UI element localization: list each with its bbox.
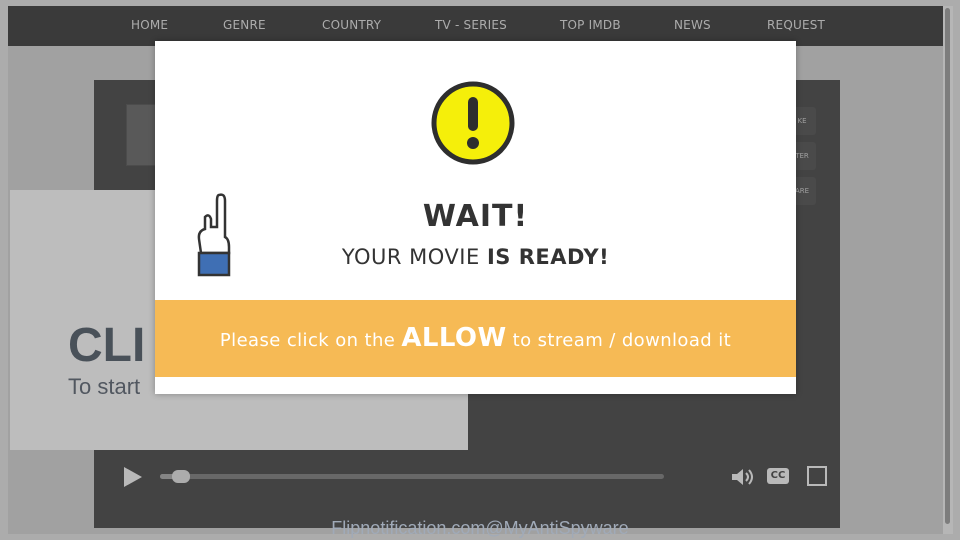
cta-text-post: to stream / download it: [506, 330, 732, 351]
subtitle-emphasis: IS READY!: [486, 245, 610, 269]
modal-title: WAIT!: [422, 199, 529, 234]
subtitle-text: YOUR MOVIE: [341, 245, 487, 269]
cta-allow-word: ALLOW: [401, 323, 507, 353]
allow-cta-button[interactable]: Please click on the ALLOW to stream / do…: [155, 300, 796, 377]
popup-modal: WAIT! YOUR MOVIE IS READY! Please click …: [155, 41, 796, 394]
cta-text-pre: Please click on the: [219, 330, 402, 351]
exclamation-icon: [431, 81, 515, 165]
modal-subtitle: YOUR MOVIE IS READY!: [155, 245, 796, 269]
watermark-text: Flipnotification.com@MyAntiSpyware: [331, 518, 629, 538]
